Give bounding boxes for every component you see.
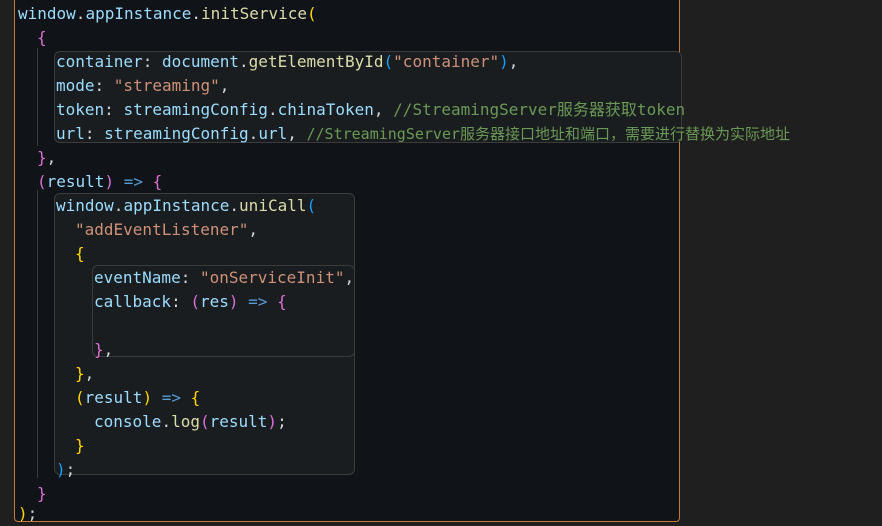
code-line-10[interactable]: "addEventListener", bbox=[75, 218, 258, 242]
code-line-7[interactable]: }, bbox=[37, 146, 56, 170]
code-line-3[interactable]: container: document.getElementById("cont… bbox=[56, 50, 518, 74]
code-line-6[interactable]: url: streamingConfig.url, //StreamingSer… bbox=[56, 122, 790, 146]
code-line-22[interactable]: ); bbox=[18, 502, 37, 526]
code-line-20[interactable]: ); bbox=[56, 458, 75, 482]
code-line-2[interactable]: { bbox=[37, 26, 47, 50]
indent-guide bbox=[37, 48, 38, 146]
code-line-11[interactable]: { bbox=[75, 242, 85, 266]
code-line-21[interactable]: } bbox=[37, 482, 47, 506]
code-line-8[interactable]: (result) => { bbox=[37, 170, 162, 194]
code-line-5[interactable]: token: streamingConfig.chinaToken, //Str… bbox=[56, 98, 685, 122]
token-comment: //StreamingServer服务器获取token bbox=[393, 100, 686, 119]
code-line-19[interactable]: } bbox=[75, 434, 85, 458]
code-editor[interactable]: window.appInstance.initService( { contai… bbox=[0, 0, 882, 526]
url-comment: //StreamingServer服务器接口地址和端口，需要进行替换为实际地址 bbox=[306, 125, 791, 143]
code-line-4[interactable]: mode: "streaming", bbox=[56, 74, 229, 98]
code-line-12[interactable]: eventName: "onServiceInit", bbox=[94, 266, 354, 290]
code-line-9[interactable]: window.appInstance.uniCall( bbox=[56, 194, 316, 218]
code-line-18[interactable]: console.log(result); bbox=[94, 410, 287, 434]
indent-guide bbox=[37, 190, 38, 478]
code-line-17[interactable]: (result) => { bbox=[75, 386, 200, 410]
code-line-13[interactable]: callback: (res) => { bbox=[94, 290, 287, 314]
code-line-16[interactable]: }, bbox=[75, 362, 94, 386]
code-line-1[interactable]: window.appInstance.initService( bbox=[18, 2, 317, 26]
code-line-15[interactable]: }, bbox=[94, 338, 113, 362]
